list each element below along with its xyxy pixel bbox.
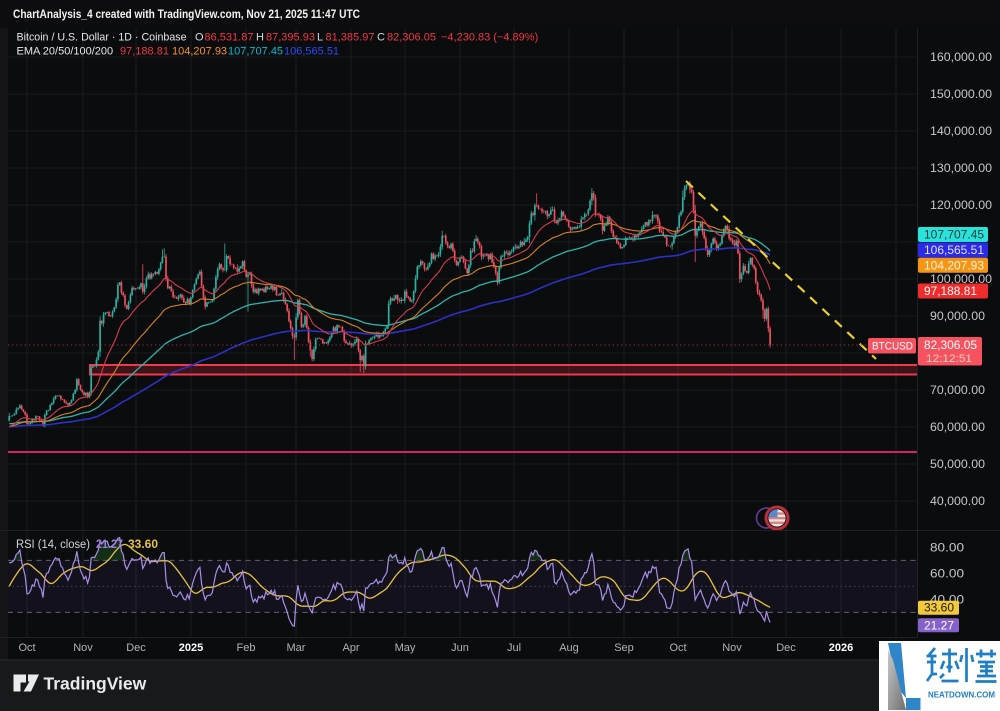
svg-text:RSI (14, close): RSI (14, close): [16, 539, 90, 551]
svg-text:Feb: Feb: [237, 642, 256, 654]
svg-text:Sep: Sep: [614, 642, 634, 654]
svg-text:97,188.81: 97,188.81: [924, 286, 977, 298]
svg-text:Oct: Oct: [669, 642, 686, 654]
svg-text:60.00: 60.00: [930, 568, 964, 580]
svg-text:Bitcoin / U.S. Dollar · 1D · C: Bitcoin / U.S. Dollar · 1D · Coinbase: [17, 32, 187, 44]
svg-text:−4,230.83 (−4.89%): −4,230.83 (−4.89%): [441, 32, 538, 44]
svg-text:33.60: 33.60: [128, 539, 158, 551]
svg-text:97,188.81: 97,188.81: [120, 46, 169, 58]
svg-text:ChartAnalysis_4 created with T: ChartAnalysis_4 created with TradingView…: [13, 9, 360, 21]
svg-text:L: L: [317, 32, 323, 44]
svg-text:Aug: Aug: [559, 642, 579, 654]
svg-text:Dec: Dec: [776, 642, 796, 654]
svg-text:140,000.00: 140,000.00: [930, 126, 992, 138]
svg-text:60,000.00: 60,000.00: [930, 422, 985, 434]
svg-text:160,000.00: 160,000.00: [930, 52, 992, 64]
svg-text:21.27: 21.27: [96, 539, 123, 551]
svg-text:104,207.93: 104,207.93: [172, 46, 227, 58]
svg-text:106,565.51: 106,565.51: [284, 46, 339, 58]
svg-text:Jun: Jun: [451, 642, 469, 654]
svg-text:80.00: 80.00: [930, 542, 964, 554]
svg-text:TradingView: TradingView: [44, 674, 147, 694]
svg-text:106,565.51: 106,565.51: [924, 245, 984, 257]
svg-text:82,306.05: 82,306.05: [387, 32, 436, 44]
svg-text:130,000.00: 130,000.00: [930, 163, 992, 175]
svg-text:2025: 2025: [179, 642, 203, 654]
svg-text:70,000.00: 70,000.00: [930, 385, 985, 397]
svg-text:Oct: Oct: [18, 642, 35, 654]
svg-text:May: May: [395, 642, 416, 654]
svg-text:21.27: 21.27: [924, 620, 954, 632]
svg-text:107,707.45: 107,707.45: [228, 46, 283, 58]
svg-text:87,395.93: 87,395.93: [266, 32, 315, 44]
svg-text:Dec: Dec: [126, 642, 146, 654]
svg-text:40,000.00: 40,000.00: [930, 496, 985, 508]
svg-text:33.60: 33.60: [924, 603, 954, 615]
svg-text:H: H: [256, 32, 264, 44]
svg-text:Apr: Apr: [342, 642, 359, 654]
svg-text:BTCUSD: BTCUSD: [872, 341, 913, 353]
svg-text:81,385.97: 81,385.97: [326, 32, 375, 44]
svg-text:12:12:51: 12:12:51: [926, 353, 972, 365]
svg-text:90,000.00: 90,000.00: [930, 311, 985, 323]
svg-text:EMA 20/50/100/200: EMA 20/50/100/200: [17, 46, 114, 58]
svg-text:C: C: [377, 32, 385, 44]
svg-text:Nov: Nov: [722, 642, 742, 654]
svg-text:150,000.00: 150,000.00: [930, 89, 992, 101]
svg-text:120,000.00: 120,000.00: [930, 200, 992, 212]
svg-text:NEATDOWN.COM: NEATDOWN.COM: [928, 691, 995, 700]
svg-text:104,207.93: 104,207.93: [924, 260, 984, 272]
svg-text:Mar: Mar: [287, 642, 306, 654]
svg-text:O: O: [195, 32, 204, 44]
svg-text:82,306.05: 82,306.05: [924, 340, 977, 352]
svg-text:50,000.00: 50,000.00: [930, 459, 985, 471]
svg-text:Nov: Nov: [73, 642, 93, 654]
svg-text:107,707.45: 107,707.45: [924, 230, 984, 242]
svg-text:Jul: Jul: [507, 642, 521, 654]
svg-text:86,531.87: 86,531.87: [205, 32, 254, 44]
svg-text:2026: 2026: [829, 642, 853, 654]
